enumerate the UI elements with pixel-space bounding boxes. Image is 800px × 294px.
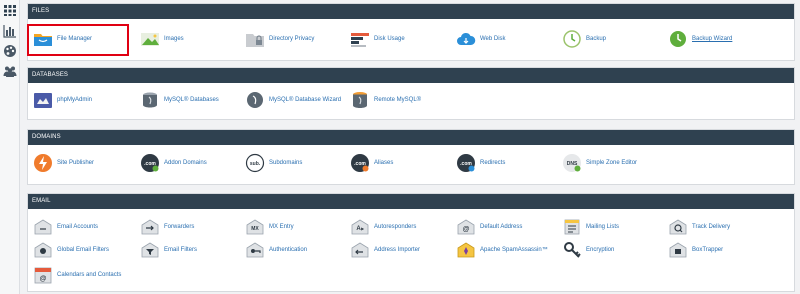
backup-wizard-icon: [668, 29, 688, 49]
default-address-icon: @: [456, 217, 476, 237]
web-disk-link[interactable]: Web Disk: [456, 28, 506, 50]
email-accounts-icon: [33, 217, 53, 237]
redirects-icon: .com: [456, 153, 476, 173]
email-panel: EMAIL Email Accounts Forwarders MX MX En…: [27, 193, 795, 292]
grid-icon[interactable]: [3, 3, 17, 17]
simple-zone-editor-icon: DNS: [562, 153, 582, 173]
svg-text:sub.: sub.: [250, 161, 261, 167]
site-publisher-link[interactable]: Site Publisher: [33, 152, 94, 174]
aliases-link[interactable]: .com Aliases: [350, 152, 393, 174]
redirects-link[interactable]: .com Redirects: [456, 152, 505, 174]
web-disk-icon: [456, 29, 476, 49]
files-panel: FILES File Manager Images Directory Priv…: [27, 3, 795, 61]
left-sidebar: [0, 0, 20, 294]
calendars-contacts-icon: @: [33, 265, 53, 285]
images-icon: [140, 29, 160, 49]
remote-mysql-link[interactable]: Remote MySQL®: [350, 89, 421, 111]
subdomains-link[interactable]: sub. Subdomains: [245, 152, 302, 174]
subdomains-icon: sub.: [245, 153, 265, 173]
authentication-icon: [245, 240, 265, 260]
addon-domains-icon: .com: [140, 153, 160, 173]
encryption-link[interactable]: Encryption: [562, 239, 614, 261]
stats-icon[interactable]: [3, 24, 17, 38]
email-filters-icon: [140, 240, 160, 260]
disk-usage-icon: [350, 29, 370, 49]
phpmyadmin-icon: [33, 90, 53, 110]
backup-wizard-link[interactable]: Backup Wizard: [668, 28, 732, 50]
address-importer-link[interactable]: Address Importer: [350, 239, 420, 261]
address-importer-icon: [350, 240, 370, 260]
mysql-database-wizard-icon: [245, 90, 265, 110]
disk-usage-link[interactable]: Disk Usage: [350, 28, 405, 50]
boxtrapper-link[interactable]: BoxTrapper: [668, 239, 723, 261]
mailing-lists-icon: [562, 217, 582, 237]
domains-panel: DOMAINS Site Publisher .com Addon Domain…: [27, 129, 795, 185]
mysql-database-wizard-link[interactable]: MySQL® Database Wizard: [245, 89, 341, 111]
forwarders-link[interactable]: Forwarders: [140, 216, 194, 238]
phpmyadmin-link[interactable]: phpMyAdmin: [33, 89, 92, 111]
backup-icon: [562, 29, 582, 49]
simple-zone-editor-link[interactable]: DNS Simple Zone Editor: [562, 152, 637, 174]
svg-text:MX: MX: [251, 226, 259, 232]
aliases-icon: .com: [350, 153, 370, 173]
track-delivery-icon: [668, 217, 688, 237]
svg-text:@: @: [463, 226, 470, 233]
spamassassin-link[interactable]: Apache SpamAssassin™: [456, 239, 548, 261]
global-email-filters-link[interactable]: Global Email Filters: [33, 239, 109, 261]
autoresponders-icon: A: [350, 217, 370, 237]
domains-header: DOMAINS: [28, 130, 794, 145]
email-accounts-link[interactable]: Email Accounts: [33, 216, 98, 238]
databases-panel: DATABASES phpMyAdmin MySQL® Databases My…: [27, 67, 795, 120]
spamassassin-icon: [456, 240, 476, 260]
global-email-filters-icon: [33, 240, 53, 260]
palette-icon[interactable]: [3, 44, 17, 58]
remote-mysql-icon: [350, 90, 370, 110]
directory-privacy-icon: [245, 29, 265, 49]
track-delivery-link[interactable]: Track Delivery: [668, 216, 730, 238]
email-header: EMAIL: [28, 194, 794, 209]
calendars-contacts-link[interactable]: @ Calendars and Contacts: [33, 264, 121, 286]
users-icon[interactable]: [3, 64, 17, 78]
directory-privacy-link[interactable]: Directory Privacy: [245, 28, 314, 50]
files-header: FILES: [28, 4, 794, 19]
autoresponders-link[interactable]: A Autoresponders: [350, 216, 416, 238]
databases-header: DATABASES: [28, 68, 794, 83]
svg-text:@: @: [40, 276, 47, 283]
forwarders-icon: [140, 217, 160, 237]
svg-text:A: A: [356, 226, 361, 232]
mx-entry-icon: MX: [245, 217, 265, 237]
mysql-databases-icon: [140, 90, 160, 110]
mailing-lists-link[interactable]: Mailing Lists: [562, 216, 619, 238]
default-address-link[interactable]: @ Default Address: [456, 216, 522, 238]
authentication-link[interactable]: Authentication: [245, 239, 307, 261]
mx-entry-link[interactable]: MX MX Entry: [245, 216, 294, 238]
site-publisher-icon: [33, 153, 53, 173]
file-manager-highlight: [27, 24, 129, 56]
mysql-databases-link[interactable]: MySQL® Databases: [140, 89, 219, 111]
images-link[interactable]: Images: [140, 28, 184, 50]
backup-link[interactable]: Backup: [562, 28, 606, 50]
addon-domains-link[interactable]: .com Addon Domains: [140, 152, 207, 174]
encryption-icon: [562, 240, 582, 260]
email-filters-link[interactable]: Email Filters: [140, 239, 197, 261]
boxtrapper-icon: [668, 240, 688, 260]
